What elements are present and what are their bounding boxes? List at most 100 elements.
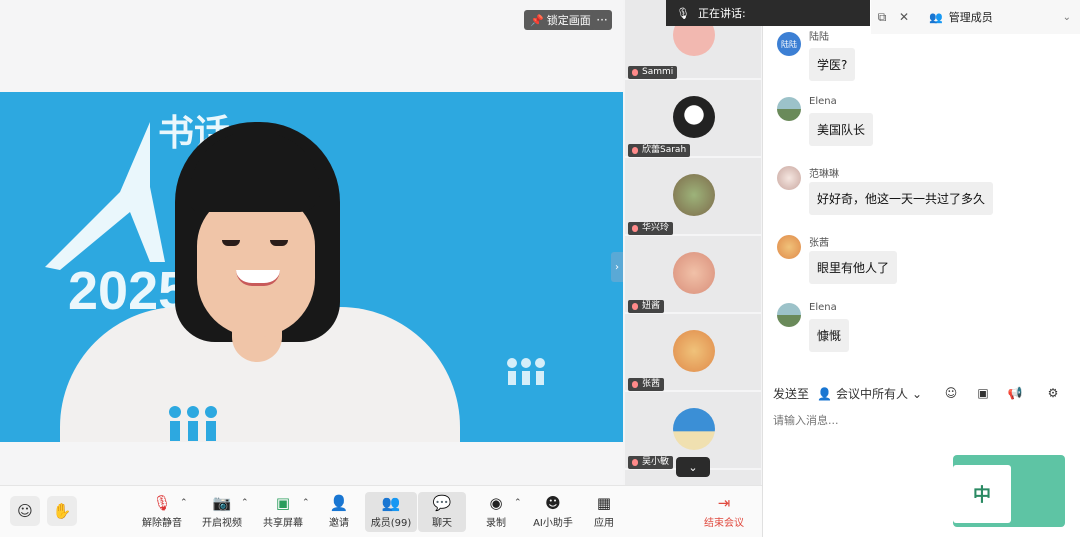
popout-icon[interactable]: ⧉: [871, 10, 893, 25]
message-text: 学医?: [809, 48, 856, 81]
sticker-text: 中: [953, 465, 1011, 523]
speaker-face: [197, 192, 315, 337]
send-to-label: 发送至: [773, 387, 810, 401]
chat-icon: 💬: [432, 494, 452, 512]
mic-icon: 🎙: [676, 6, 690, 20]
members-icon: 👥: [381, 494, 401, 512]
chat-button[interactable]: 💬 聊天: [418, 492, 466, 532]
sender-name: Elena: [809, 302, 837, 313]
manage-members-button[interactable]: 👥 管理成员: [929, 9, 993, 25]
audio-options-caret[interactable]: ⌃: [180, 498, 188, 508]
participant-list[interactable]: Sammi 欣蕾Sarah 华兴玲 妞酱 张茜 吴小敏: [625, 0, 761, 485]
start-video-label: 开启视频: [202, 518, 242, 529]
speaking-label: 正在讲话:: [697, 7, 746, 20]
share-screen-label: 共享屏幕: [263, 518, 303, 529]
avatar: [673, 174, 715, 216]
avatar: [777, 235, 801, 259]
mic-muted-icon: 🎙: [152, 494, 172, 512]
sender-name: 范琳琳: [809, 169, 839, 180]
reaction-button[interactable]: ☺: [10, 496, 40, 526]
person-icon: 👤: [817, 386, 832, 401]
chat-panel: ⧉ ✕ 👥 管理成员 ⌄ 陆陆 陆陆 学医? Elena 美国队长 范琳琳 好好…: [762, 0, 1080, 537]
record-options-caret[interactable]: ⌃: [514, 498, 522, 508]
participant-name: 华兴玲: [628, 222, 674, 235]
participant-tile[interactable]: 华兴玲: [625, 160, 761, 236]
participant-tile[interactable]: 妞酱: [625, 238, 761, 314]
invite-label: 邀请: [329, 518, 349, 529]
record-label: 录制: [486, 518, 506, 529]
members-button[interactable]: 👥 成员(99): [365, 492, 417, 532]
chevron-down-icon[interactable]: ⌄: [1063, 12, 1071, 23]
chevron-down-icon: ⌄: [688, 460, 698, 474]
avatar: [673, 252, 715, 294]
members-label: 成员(99): [370, 518, 412, 529]
participant-name: 吴小敏: [628, 456, 674, 469]
recipient-dropdown[interactable]: 👤 会议中所有人 ⌄: [817, 385, 922, 402]
add-user-icon: 👤: [329, 494, 349, 512]
end-meeting-button[interactable]: ⇥ 结束会议: [698, 492, 750, 532]
avatar: [673, 96, 715, 138]
emoji-icon[interactable]: ☺: [943, 385, 959, 401]
avatar: [777, 97, 801, 121]
sender-name: 张茜: [809, 238, 829, 249]
camera-off-icon: 📷: [212, 494, 232, 512]
participant-name: 欣蕾Sarah: [628, 144, 691, 157]
settings-chat-icon[interactable]: ⚙: [1045, 385, 1061, 401]
members-icon: 👥: [929, 10, 943, 24]
participant-name: Sammi: [628, 66, 678, 79]
sender-name: 陆陆: [809, 32, 829, 43]
more-options-button[interactable]: ···: [592, 10, 612, 30]
participant-name: 妞酱: [628, 300, 665, 313]
ai-assistant-label: AI小助手: [533, 518, 573, 529]
unmute-label: 解除静音: [142, 518, 182, 529]
hand-icon: ✋: [52, 502, 72, 520]
collapse-participants-handle[interactable]: ›: [611, 252, 623, 282]
chat-header: ⧉ ✕ 👥 管理成员 ⌄: [871, 0, 1080, 34]
avatar: [673, 408, 715, 450]
avatar: [777, 303, 801, 327]
message-text: 眼里有他人了: [809, 251, 898, 284]
pin-icon: 📌: [530, 13, 544, 27]
participant-tile[interactable]: 欣蕾Sarah: [625, 82, 761, 158]
smile-icon: ☺: [17, 502, 33, 520]
avatar: 陆陆: [777, 32, 801, 56]
video-options-caret[interactable]: ⌃: [241, 498, 249, 508]
avatar: [777, 166, 801, 190]
megaphone-icon[interactable]: 📢: [1007, 385, 1023, 401]
message-text: 好好奇，他这一天一共过了多久: [809, 182, 994, 215]
apps-button[interactable]: ▦ 应用: [578, 492, 630, 532]
lock-view-button[interactable]: 📌 锁定画面: [524, 10, 597, 30]
chat-label: 聊天: [432, 518, 452, 529]
record-icon: ◉: [489, 494, 503, 512]
exit-icon: ⇥: [717, 494, 731, 512]
send-to-selector[interactable]: 发送至 👤 会议中所有人 ⌄: [773, 385, 922, 402]
apps-grid-icon: ▦: [596, 494, 612, 512]
raise-hand-button[interactable]: ✋: [47, 496, 77, 526]
meeting-toolbar: ☺ ✋ 🎙 解除静音 ⌃ 📷 开启视频 ⌃ ▣ 共享屏幕 ⌃ 👤 邀请 👥 成员…: [0, 485, 762, 537]
apps-label: 应用: [594, 518, 614, 529]
ai-assistant-button[interactable]: ☻ AI小助手: [526, 492, 580, 532]
invite-button[interactable]: 👤 邀请: [313, 492, 365, 532]
message-text: 慷慨: [809, 319, 850, 352]
scroll-down-button[interactable]: ⌄: [676, 457, 710, 477]
participant-tile[interactable]: 张茜: [625, 316, 761, 392]
main-video-area: 📌 锁定画面 ··· 书话 2025 ›: [0, 0, 623, 485]
composer-tools: ☺ ▣ 📢 ⚙: [943, 385, 1061, 401]
recipient-label: 会议中所有人: [835, 387, 908, 401]
ai-assistant-icon: ☻: [545, 494, 561, 512]
chevron-down-icon: ⌄: [911, 386, 923, 401]
shirt-logo: [169, 406, 217, 441]
close-icon[interactable]: ✕: [893, 10, 915, 24]
lock-view-label: 锁定画面: [546, 14, 591, 27]
sticker-preview[interactable]: 中: [953, 455, 1065, 527]
active-speaker-video: 书话 2025: [0, 92, 623, 442]
share-screen-icon: ▣: [275, 494, 291, 512]
share-options-caret[interactable]: ⌃: [302, 498, 310, 508]
manage-members-label: 管理成员: [948, 11, 993, 24]
participant-name: 张茜: [628, 378, 665, 391]
folder-icon[interactable]: ▣: [975, 385, 991, 401]
end-meeting-label: 结束会议: [704, 518, 744, 529]
message-input[interactable]: [773, 414, 1063, 427]
speaking-indicator: 🎙 正在讲话:: [666, 0, 870, 26]
sender-name: Elena: [809, 96, 837, 107]
